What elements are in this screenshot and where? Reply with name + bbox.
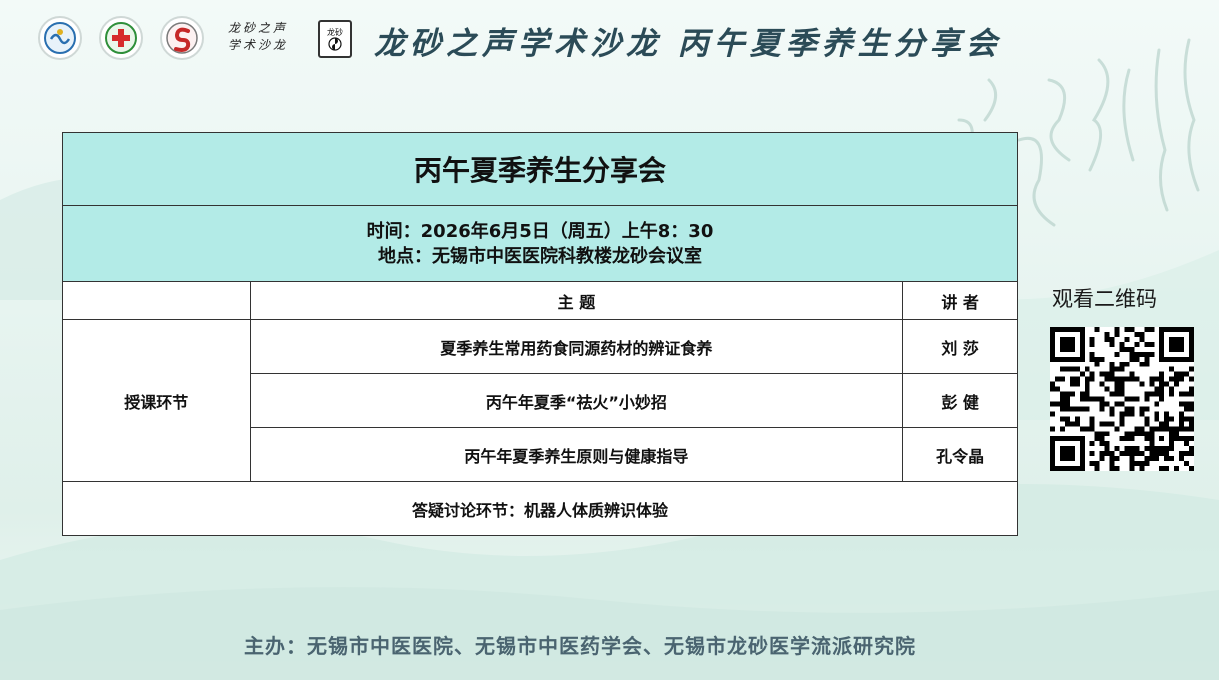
topic-cell: 夏季养生常用药食同源药材的辨证食养 (249, 319, 904, 374)
header-empty-cell (62, 281, 251, 320)
society-logo (160, 16, 204, 60)
salon-mini-title: 龙砂之声 学术沙龙 (228, 20, 300, 54)
topic-cell: 丙午年夏季“祛火”小妙招 (249, 373, 904, 428)
speaker-cell: 彭 健 (902, 373, 1018, 428)
section-label: 授课环节 (62, 319, 251, 482)
association-logo (38, 16, 82, 60)
event-time: 时间：2026年6月5日（周五）上午8：30 (366, 220, 714, 242)
column-header-speaker: 讲 者 (902, 281, 1018, 320)
header-title: 龙砂之声学术沙龙 丙午夏季养生分享会 (374, 26, 1002, 62)
event-title: 丙午夏季养生分享会 (62, 132, 1018, 206)
salon-mini-line2: 学术沙龙 (228, 38, 289, 52)
table-title-row: 丙午夏季养生分享会 (62, 132, 1018, 206)
column-header-topic: 主 题 (249, 281, 904, 320)
organizers-text: 主办：无锡市中医医院、无锡市中医药学会、无锡市龙砂医学流派研究院 (244, 634, 916, 658)
event-info: 时间：2026年6月5日（周五）上午8：30 地点：无锡市中医医院科教楼龙砂会议… (62, 205, 1018, 282)
table-header-row: 主 题 讲 者 (62, 281, 1018, 320)
topic-cell: 丙午年夏季养生原则与健康指导 (249, 427, 904, 482)
salon-mini-line1: 龙砂之声 (228, 21, 289, 35)
qa-session: 答疑讨论环节：机器人体质辨识体验 (62, 481, 1018, 536)
header: 龙砂之声 学术沙龙 龙砂 龙砂之声学术沙龙 丙午夏季养生分享会 (0, 0, 1219, 70)
qr-label: 观看二维码 (1052, 287, 1157, 311)
speaker-cell: 刘 莎 (902, 319, 1018, 374)
qa-row: 答疑讨论环节：机器人体质辨识体验 (62, 481, 1018, 536)
table-row: 授课环节 夏季养生常用药食同源药材的辨证食养 刘 莎 (62, 319, 1018, 482)
hospital-logo (99, 16, 143, 60)
badge-text: 龙砂 (327, 27, 343, 37)
schedule-table: 丙午夏季养生分享会 时间：2026年6月5日（周五）上午8：30 地点：无锡市中… (62, 132, 1018, 536)
speaker-cell: 孔令晶 (902, 427, 1018, 482)
table-info-row: 时间：2026年6月5日（周五）上午8：30 地点：无锡市中医医院科教楼龙砂会议… (62, 205, 1018, 282)
salon-badge-logo: 龙砂 (318, 20, 352, 58)
qr-code-icon[interactable] (1050, 327, 1194, 471)
event-place: 地点：无锡市中医医院科教楼龙砂会议室 (378, 245, 702, 267)
